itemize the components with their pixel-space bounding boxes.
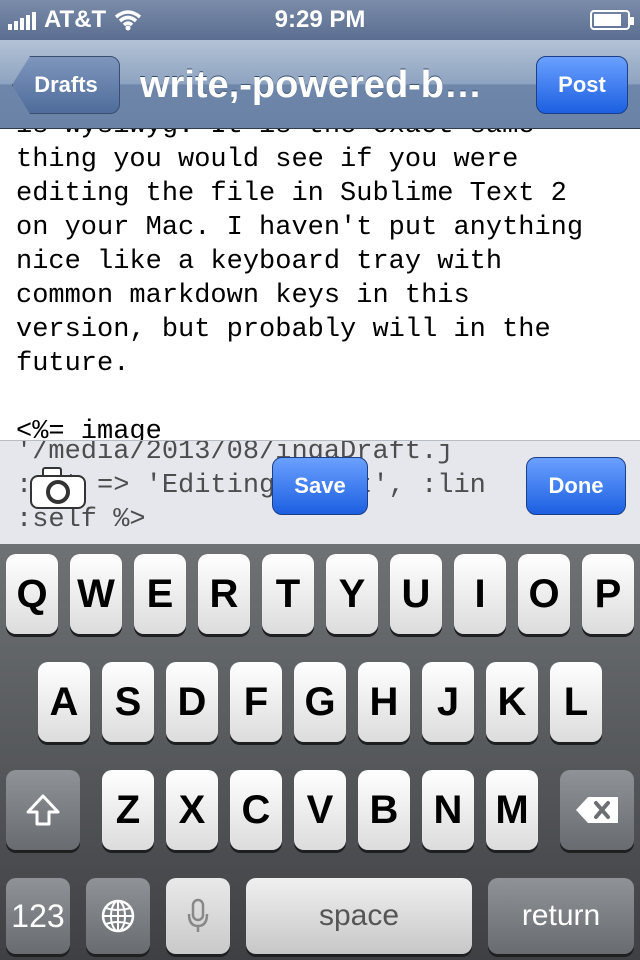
numbers-key[interactable]: 123: [6, 878, 70, 954]
battery-icon: [590, 10, 634, 30]
navigation-bar: Drafts write,-powered-b… Post: [0, 40, 640, 129]
key-h[interactable]: H: [358, 662, 410, 742]
key-z[interactable]: Z: [102, 770, 154, 850]
key-n[interactable]: N: [422, 770, 474, 850]
shift-key[interactable]: [6, 770, 80, 850]
key-u[interactable]: U: [390, 554, 442, 634]
text-editor[interactable]: is wysiwyg. It is the exact same thing y…: [0, 129, 640, 440]
globe-icon: [101, 899, 135, 933]
key-m[interactable]: M: [486, 770, 538, 850]
key-e[interactable]: E: [134, 554, 186, 634]
camera-icon[interactable]: [30, 467, 86, 509]
editor-text[interactable]: is wysiwyg. It is the exact same thing y…: [16, 129, 626, 440]
drafts-back-button[interactable]: Drafts: [12, 56, 120, 114]
space-key[interactable]: space: [246, 878, 472, 954]
backspace-key[interactable]: [560, 770, 634, 850]
microphone-key[interactable]: [166, 878, 230, 954]
key-i[interactable]: I: [454, 554, 506, 634]
key-k[interactable]: K: [486, 662, 538, 742]
post-button[interactable]: Post: [536, 56, 628, 114]
key-r[interactable]: R: [198, 554, 250, 634]
status-bar: AT&T 9:29 PM: [0, 0, 640, 40]
microphone-icon: [187, 898, 209, 932]
key-q[interactable]: Q: [6, 554, 58, 634]
key-o[interactable]: O: [518, 554, 570, 634]
key-v[interactable]: V: [294, 770, 346, 850]
key-y[interactable]: Y: [326, 554, 378, 634]
key-l[interactable]: L: [550, 662, 602, 742]
key-t[interactable]: T: [262, 554, 314, 634]
keyboard: Q W E R T Y U I O P A S D F G H J K L Z …: [0, 544, 640, 960]
key-f[interactable]: F: [230, 662, 282, 742]
backspace-icon: [576, 797, 618, 823]
return-key[interactable]: return: [488, 878, 634, 954]
globe-key[interactable]: [86, 878, 150, 954]
key-x[interactable]: X: [166, 770, 218, 850]
key-s[interactable]: S: [102, 662, 154, 742]
key-a[interactable]: A: [38, 662, 90, 742]
key-w[interactable]: W: [70, 554, 122, 634]
key-p[interactable]: P: [582, 554, 634, 634]
done-button[interactable]: Done: [526, 457, 626, 515]
key-d[interactable]: D: [166, 662, 218, 742]
battery-fill: [594, 14, 622, 26]
keyboard-accessory-bar: '/media/2013/08/ingaDraft.j :alt => 'Edi…: [0, 440, 640, 545]
status-time: 9:29 PM: [274, 6, 366, 33]
key-b[interactable]: B: [358, 770, 410, 850]
key-g[interactable]: G: [294, 662, 346, 742]
page-title: write,-powered-b…: [140, 64, 483, 106]
save-button[interactable]: Save: [272, 457, 368, 515]
key-j[interactable]: J: [422, 662, 474, 742]
key-c[interactable]: C: [230, 770, 282, 850]
shift-icon: [26, 794, 60, 826]
